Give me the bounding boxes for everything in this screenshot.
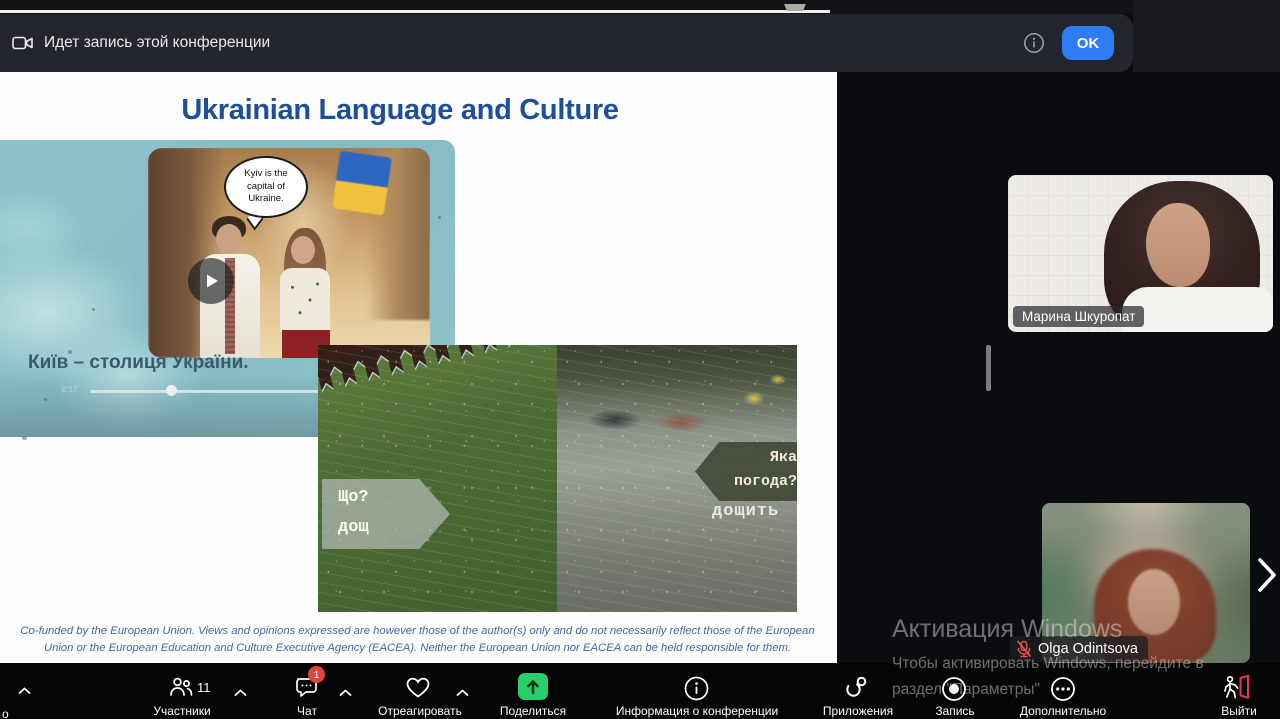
leave-meeting-icon[interactable] <box>1221 674 1253 707</box>
recording-banner-text: Идет запись этой конференции <box>44 34 270 52</box>
toolbar-item-chat[interactable]: Чат <box>297 704 317 718</box>
toolbar-item-react[interactable]: Отреагировать <box>378 704 462 718</box>
rain-label-answer: дощить <box>712 502 779 521</box>
camcorder-icon <box>12 34 34 52</box>
participant-tile-marina: Марина Шкуропат <box>1008 175 1273 332</box>
meeting-info-icon[interactable] <box>683 675 710 707</box>
eu-disclaimer: Co-funded by the European Union. Views a… <box>20 623 815 657</box>
couple-street-photo: Kyiv is the capital of Ukraine. <box>148 148 430 358</box>
chevron-up-icon[interactable] <box>234 684 247 702</box>
slide-title: Ukrainian Language and Culture <box>0 94 800 127</box>
toolbar-item-leave[interactable]: Выйти <box>1221 704 1257 718</box>
woman-in-vyshyvanka <box>291 236 315 264</box>
man-in-vyshyvanka <box>216 224 242 254</box>
react-heart-icon[interactable] <box>404 675 432 705</box>
toolbar-item-participants[interactable]: Участники <box>153 704 210 718</box>
toolbar-item-meeting-info[interactable]: Информация о конференции <box>616 704 778 718</box>
rain-picture: Що? дощ Яка погода? дощить <box>318 345 797 612</box>
mic-muted-icon <box>1016 640 1032 658</box>
next-participants-chevron-icon[interactable] <box>1257 557 1277 598</box>
toolbar-item-more[interactable]: Дополнительно <box>1020 704 1106 718</box>
meeting-toolbar: о 11 Участники 1 Чат Отреагировать <box>0 663 1280 719</box>
chevron-up-icon[interactable] <box>339 684 352 702</box>
share-screen-icon[interactable] <box>518 673 548 700</box>
recording-banner: Идет запись этой конференции OK <box>0 14 1133 72</box>
toolbar-item-share[interactable]: Поделиться <box>500 704 566 718</box>
play-icon[interactable] <box>188 258 234 304</box>
rain-roof-photo <box>318 345 557 612</box>
participants-scrollbar[interactable] <box>986 345 991 391</box>
ukrainian-flag <box>332 151 392 216</box>
video-caption: Київ – столиця України. <box>28 352 249 374</box>
top-right-panel <box>1133 0 1280 72</box>
apps-icon[interactable] <box>844 675 870 705</box>
info-icon[interactable] <box>1022 31 1046 55</box>
collapse-notch[interactable] <box>784 4 806 11</box>
participant-name-label: Olga Odintsova <box>1010 636 1148 662</box>
chevron-up-icon[interactable] <box>18 682 31 700</box>
speech-bubble: Kyiv is the capital of Ukraine. <box>224 156 308 218</box>
shared-screen-slide: Ukrainian Language and Culture <box>0 72 837 663</box>
participant-face <box>1128 569 1180 635</box>
ok-button[interactable]: OK <box>1062 26 1114 60</box>
participant-name-label: Марина Шкуропат <box>1013 306 1144 327</box>
clipped-label: о <box>2 707 9 719</box>
meeting-window: Идет запись этой конференции OK Ukrainia… <box>0 0 1280 719</box>
toolbar-item-apps[interactable]: Приложения <box>823 704 893 718</box>
chevron-up-icon[interactable] <box>456 684 469 702</box>
chat-unread-badge: 1 <box>308 666 325 683</box>
participants-count: 11 <box>197 680 211 695</box>
participant-face <box>1146 203 1210 287</box>
toolbar-item-record[interactable]: Запись <box>935 704 974 718</box>
shared-window-top-edge <box>0 10 830 13</box>
participants-icon[interactable] <box>168 675 194 704</box>
